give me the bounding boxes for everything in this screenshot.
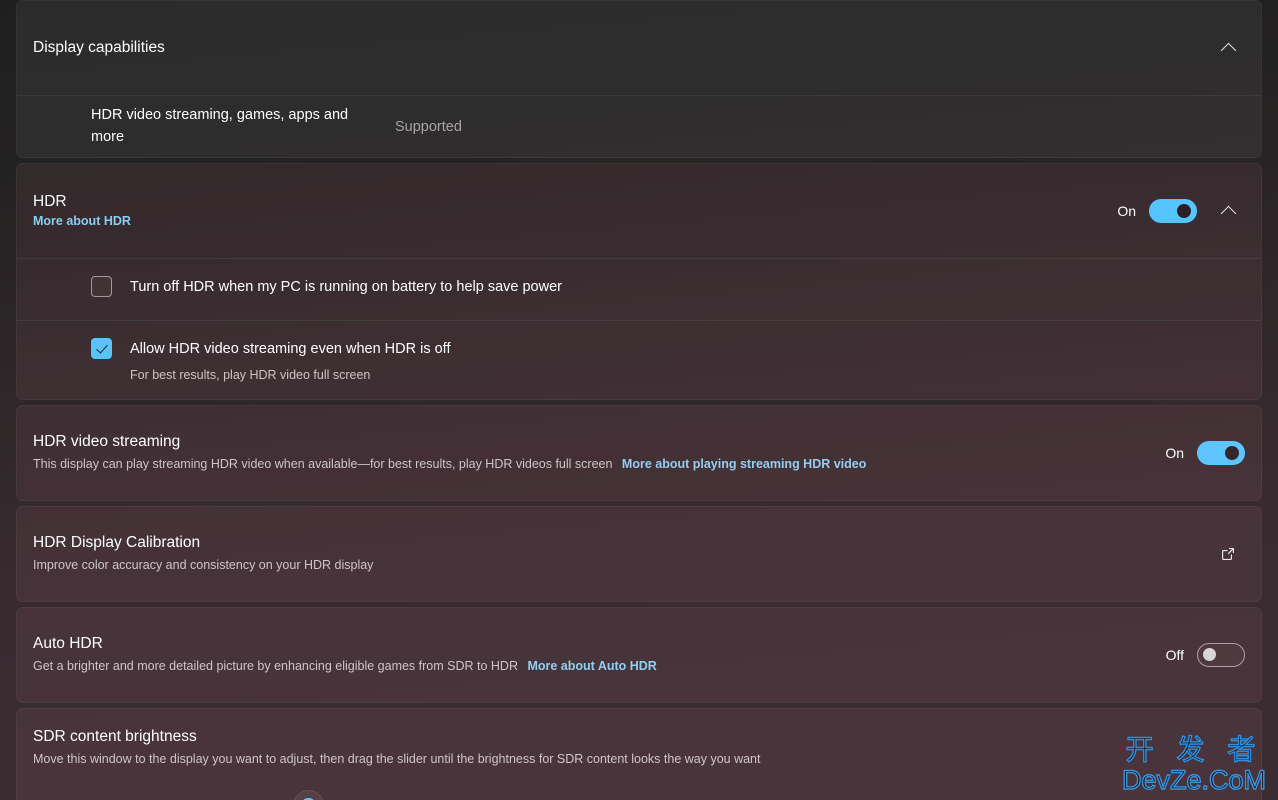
auto-hdr-card: Auto HDR Get a brighter and more detaile… — [16, 607, 1262, 703]
display-capabilities-title: Display capabilities — [33, 38, 165, 56]
hdr-display-calibration-card[interactable]: HDR Display Calibration Improve color ac… — [16, 506, 1262, 602]
hdr-video-streaming-title: HDR video streaming — [33, 433, 181, 451]
hdr-video-checkbox[interactable] — [91, 338, 112, 359]
hdr-battery-label: Turn off HDR when my PC is running on ba… — [130, 278, 562, 295]
auto-hdr-row: Auto HDR Get a brighter and more detaile… — [17, 608, 1261, 702]
sdr-content-brightness-card: SDR content brightness Move this window … — [16, 708, 1262, 800]
capability-label: HDR video streaming, games, apps and mor… — [91, 107, 349, 145]
auto-hdr-text: Auto HDR Get a brighter and more detaile… — [33, 634, 1146, 675]
hdr-video-streaming-toggle[interactable] — [1197, 441, 1245, 465]
hdr-toggle-group: On — [1117, 199, 1197, 223]
chevron-glyph — [1220, 42, 1236, 58]
more-about-streaming-hdr-video-link[interactable]: More about playing streaming HDR video — [622, 457, 866, 471]
auto-hdr-state: Off — [1165, 647, 1184, 663]
more-about-hdr-link[interactable]: More about HDR — [33, 214, 131, 228]
hdr-battery-checkbox-line: Turn off HDR when my PC is running on ba… — [91, 276, 1245, 297]
hdr-toggle-state: On — [1117, 203, 1136, 219]
hdr-title: HDR — [33, 192, 67, 210]
auto-hdr-toggle-group: Off — [1166, 643, 1245, 667]
display-capabilities-header[interactable]: Display capabilities — [17, 1, 1261, 95]
hdr-video-streaming-description: This display can play streaming HDR vide… — [33, 457, 613, 472]
hdr-video-streaming-toggle-group: On — [1165, 441, 1245, 465]
external-link-icon[interactable] — [1211, 537, 1245, 571]
hdr-video-streaming-text: HDR video streaming This display can pla… — [33, 432, 1145, 473]
sdr-content-brightness-text: SDR content brightness Move this window … — [33, 727, 1245, 768]
hdr-display-calibration-description: Improve color accuracy and consistency o… — [33, 558, 374, 573]
auto-hdr-description: Get a brighter and more detailed picture… — [33, 659, 518, 674]
hdr-video-streaming-state: On — [1165, 445, 1184, 461]
hdr-video-sublabel: For best results, play HDR video full sc… — [130, 368, 371, 382]
slider-thumb[interactable] — [292, 790, 324, 800]
hdr-video-streaming-row: HDR video streaming This display can pla… — [17, 406, 1261, 500]
hdr-battery-checkbox[interactable] — [91, 276, 112, 297]
hdr-battery-option-row[interactable]: Turn off HDR when my PC is running on ba… — [17, 258, 1261, 320]
capability-value: Supported — [395, 118, 462, 135]
hdr-display-calibration-title: HDR Display Calibration — [33, 534, 201, 552]
display-capabilities-card: Display capabilities HDR video streaming… — [16, 0, 1262, 158]
capability-row: HDR video streaming, games, apps and mor… — [17, 95, 1261, 157]
hdr-video-streaming-card: HDR video streaming This display can pla… — [16, 405, 1262, 501]
chevron-glyph — [1220, 205, 1236, 221]
more-about-auto-hdr-link[interactable]: More about Auto HDR — [527, 659, 656, 673]
hdr-video-label: Allow HDR video streaming even when HDR … — [130, 340, 451, 357]
auto-hdr-toggle[interactable] — [1197, 643, 1245, 667]
hdr-chevron-up-icon[interactable] — [1211, 194, 1245, 228]
auto-hdr-title: Auto HDR — [33, 635, 103, 653]
hdr-video-checkbox-line: Allow HDR video streaming even when HDR … — [91, 338, 1245, 359]
hdr-header-text: HDR More about HDR — [33, 192, 1097, 231]
hdr-display-calibration-row[interactable]: HDR Display Calibration Improve color ac… — [17, 507, 1261, 601]
auto-hdr-description-line: Get a brighter and more detailed picture… — [33, 657, 1146, 675]
hdr-battery-option: Turn off HDR when my PC is running on ba… — [91, 276, 1245, 297]
sdr-brightness-slider[interactable] — [55, 784, 1245, 800]
hdr-display-calibration-text: HDR Display Calibration Improve color ac… — [33, 533, 1197, 574]
hdr-video-option-row[interactable]: Allow HDR video streaming even when HDR … — [17, 320, 1261, 399]
hdr-card: HDR More about HDR On Turn off HDR when … — [16, 163, 1262, 400]
hdr-header[interactable]: HDR More about HDR On — [17, 164, 1261, 258]
chevron-up-icon[interactable] — [1211, 31, 1245, 65]
hdr-video-option: Allow HDR video streaming even when HDR … — [91, 338, 1245, 382]
hdr-toggle[interactable] — [1149, 199, 1197, 223]
sdr-content-brightness-description: Move this window to the display you want… — [33, 751, 761, 766]
hdr-video-streaming-description-line: This display can play streaming HDR vide… — [33, 455, 1145, 473]
sdr-content-brightness-title: SDR content brightness — [33, 728, 197, 745]
settings-scroll-area: Display capabilities HDR video streaming… — [0, 0, 1278, 800]
